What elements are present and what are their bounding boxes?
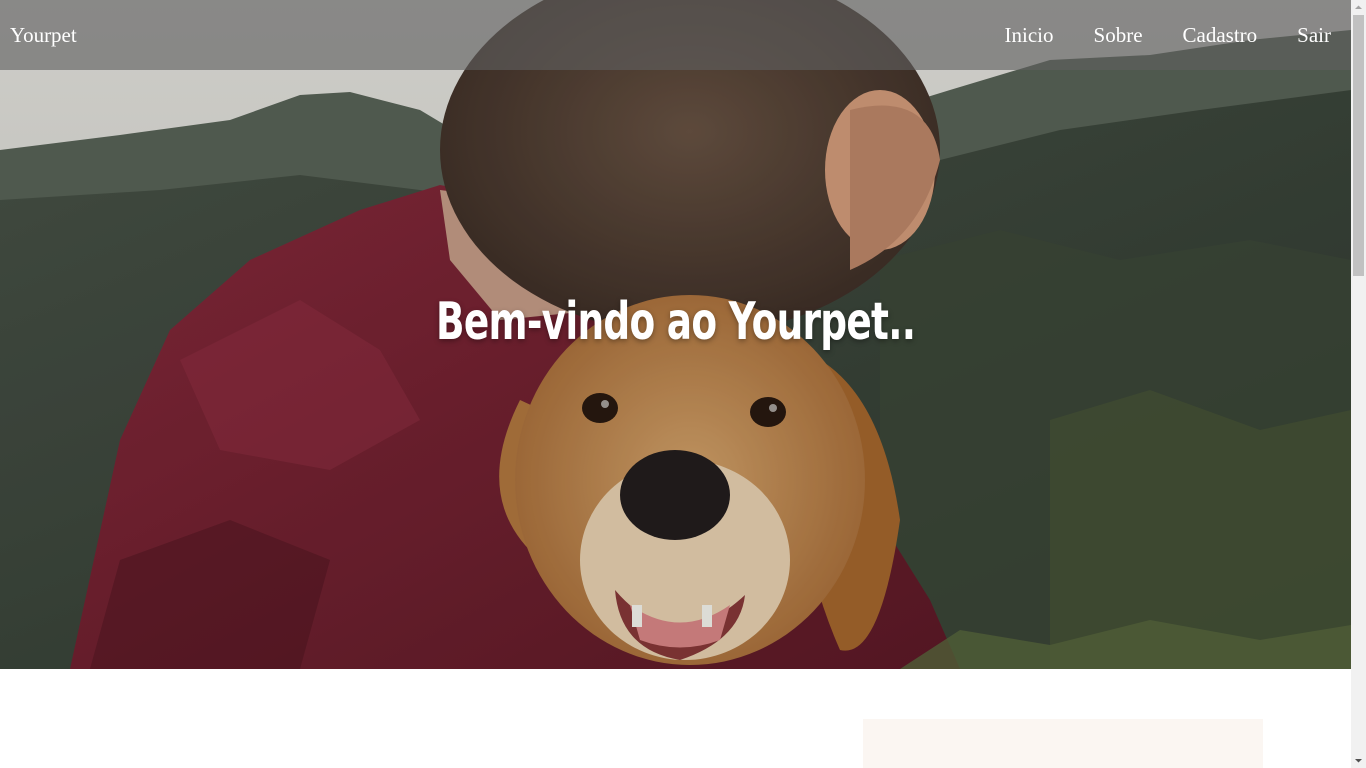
brand-link[interactable]: Yourpet [10,21,77,49]
top-navbar: Yourpet Inicio Sobre Cadastro Sair [0,0,1351,70]
nav-links: Inicio Sobre Cadastro Sair [965,21,1331,49]
nav-link-sobre[interactable]: Sobre [1094,21,1143,49]
triangle-up-icon[interactable] [1351,0,1366,15]
triangle-down-icon[interactable] [1351,753,1366,768]
hero-title: Bem-vindo ao Yourpet.. [436,292,916,352]
hero-section: Bem-vindo ao Yourpet.. [0,0,1351,669]
nav-link-sair[interactable]: Sair [1297,21,1331,49]
browser-viewport: Bem-vindo ao Yourpet.. Yourpet Inicio So… [0,0,1366,768]
nav-link-cadastro[interactable]: Cadastro [1183,21,1258,49]
nav-link-inicio[interactable]: Inicio [1005,21,1054,49]
vertical-scrollbar[interactable] [1351,0,1366,768]
page: Bem-vindo ao Yourpet.. Yourpet Inicio So… [0,0,1351,768]
scroll-thumb[interactable] [1353,15,1364,276]
content-card [863,719,1263,768]
